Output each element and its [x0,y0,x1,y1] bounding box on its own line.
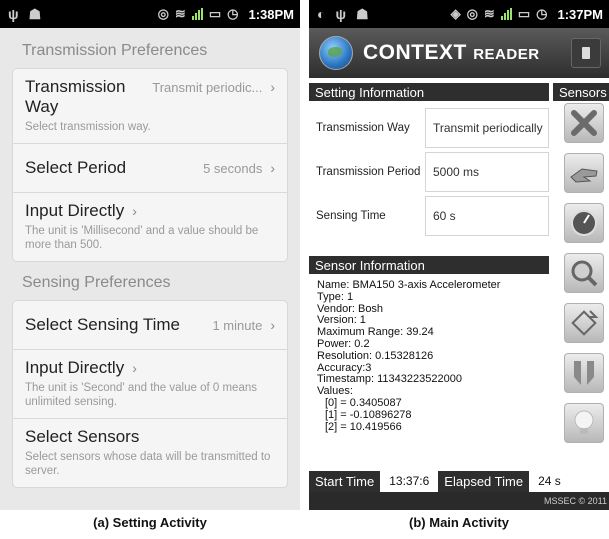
pref-title: Input Directly [25,201,125,220]
menu-button[interactable] [571,38,601,68]
footer-copyright: MSSEC © 2011 [309,492,609,510]
rotate-icon[interactable] [564,303,604,343]
pref-desc: Select sensors whose data will be transm… [25,451,271,477]
app-title-main: CONTEXT [363,41,467,64]
chevron-right-icon: › [270,79,275,95]
pref-desc: Select transmission way. [25,121,151,133]
sensor-info-text: Name: BMA150 3-axis Accelerometer Type: … [317,279,552,433]
sensors-header: Sensors [553,83,609,101]
app-header: CONTEXT READER [309,28,609,78]
proximity-icon[interactable] [564,353,604,393]
gps-icon: ◈ [450,6,461,21]
sync-icon: ◎ [157,6,169,21]
close-x-icon[interactable] [564,103,604,143]
transmission-card: Transmission Way Transmit periodic... › Se… [12,68,288,262]
chevron-right-icon: › [132,203,137,219]
pref-title: Select Sensors [25,427,140,446]
pref-desc: The unit is 'Millisecond' and a value sh… [25,225,259,251]
pref-input-sensing[interactable]: Input Directly › The unit is 'Second' and… [13,350,287,419]
elapsed-time-label: Elapsed Time [438,470,530,492]
pref-value: 5 seconds [203,161,263,176]
android-icon: ☗ [356,5,369,22]
status-bar: ◐ ψ ☗ ◈ ◎ ≋ ▭ ◷ 1:37PM [309,0,609,28]
sensing-card: Select Sensing Time 1 minute › Input Direc… [12,300,288,488]
pref-title: Transmission Way [25,77,126,116]
app-notification-icon: ◐ [317,5,326,22]
setting-label: Transmission Period [316,166,421,178]
chevron-right-icon: › [270,317,275,333]
status-time: 1:37PM [557,6,603,22]
setting-label: Transmission Way [316,122,410,134]
usb-icon: ψ [335,5,347,22]
setting-value: Transmit periodically [425,108,549,148]
caption-main-activity: (b) Main Activity [409,515,509,530]
preferences-list: Transmission Preferences Transmission Wa… [0,28,300,510]
alarm-icon: ◷ [536,6,548,21]
hand-icon[interactable] [564,153,604,193]
pref-input-period[interactable]: Input Directly › The unit is 'Millisecond… [13,193,287,261]
signal-icon [191,8,203,20]
sensor-value: [2] = 10.419566 [325,420,402,433]
wifi-icon: ≋ [483,6,495,21]
setting-transmission-period: Transmission Period 5000 ms [309,151,549,193]
sensor-line: Type: 1 [317,290,354,303]
battery-icon: ▭ [208,6,222,21]
app-title: CONTEXT READER [363,41,540,65]
sensor-value: [0] = 0.3405087 [325,396,402,409]
pref-sensing-time[interactable]: Select Sensing Time 1 minute › [13,301,287,350]
wifi-icon: ≋ [174,6,186,21]
sync-icon: ◎ [466,6,478,21]
start-time-value: 13:37:6 [389,474,430,488]
start-time-label: Start Time [309,470,381,492]
pref-select-period[interactable]: Select Period 5 seconds › [13,144,287,193]
setting-transmission-way: Transmission Way Transmit periodically [309,107,549,149]
android-icon: ☗ [28,5,42,22]
pref-title: Input Directly [25,358,125,377]
chevron-right-icon: › [132,360,137,376]
setting-activity-screen: ψ ☗ ◎ ≋ ▭ ◷ 1:38PM Transmission Preferen… [0,0,300,510]
setting-value: 60 s [425,196,549,236]
pref-value: Transmit periodic... [152,80,263,95]
pref-select-sensors[interactable]: Select Sensors Select sensors whose data… [13,419,287,487]
pref-value: 1 minute [212,318,263,333]
pref-title: Select Period [25,158,127,177]
magnifier-icon[interactable] [564,253,604,293]
signal-icon [500,8,512,20]
caption-setting-activity: (a) Setting Activity [93,515,207,530]
setting-value: 5000 ms [425,152,549,192]
alarm-icon: ◷ [227,6,239,21]
pref-desc: The unit is 'Second' and the value of 0 … [25,382,257,408]
time-bar: Start Time 13:37:6 Elapsed Time 24 s [309,470,609,492]
compass-icon[interactable] [564,203,604,243]
status-time: 1:38PM [248,6,294,22]
elapsed-time-value: 24 s [538,474,561,488]
sensor-line: Power: 0.2 [317,337,370,350]
battery-icon: ▭ [517,6,531,21]
globe-logo-icon [319,36,353,70]
screenshot-composite: ψ ☗ ◎ ≋ ▭ ◷ 1:38PM Transmission Preferen… [0,0,609,539]
sensor-value: [1] = -0.10896278 [325,408,412,421]
section-header-transmission: Transmission Preferences [22,42,208,59]
setting-info-header: Setting Information [309,83,549,101]
pref-transmission-way[interactable]: Transmission Way Transmit periodic... › Se… [13,69,287,144]
app-title-sub: READER [473,46,540,63]
status-bar: ψ ☗ ◎ ≋ ▭ ◷ 1:38PM [0,0,300,28]
section-header-sensing: Sensing Preferences [22,274,171,291]
sensor-info-header: Sensor Information [309,256,549,274]
setting-label: Sensing Time [316,210,386,222]
light-bulb-icon[interactable] [564,403,604,443]
setting-sensing-time: Sensing Time 60 s [309,195,549,237]
sensor-line: Resolution: 0.15328126 [317,349,434,362]
battery-menu-icon [582,47,590,59]
pref-title: Select Sensing Time [25,315,180,334]
main-activity-screen: ◐ ψ ☗ ◈ ◎ ≋ ▭ ◷ 1:37PM CONTEXT READER Se… [309,0,609,510]
usb-icon: ψ [8,5,19,22]
chevron-right-icon: › [270,160,275,176]
